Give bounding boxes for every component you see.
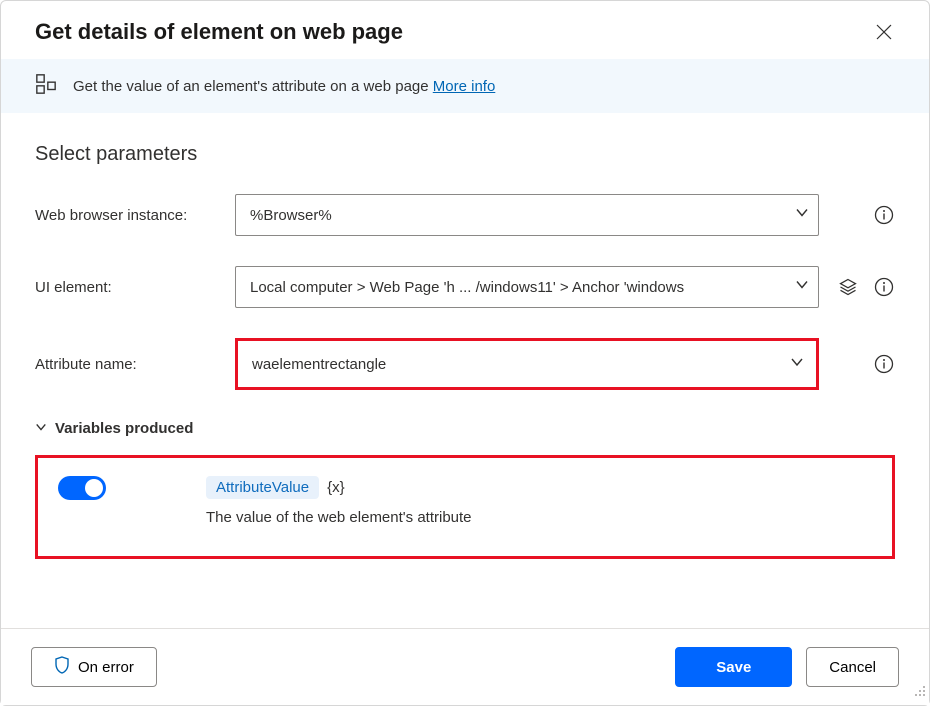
variable-name[interactable]: AttributeValue	[206, 476, 319, 499]
section-select-parameters: Select parameters	[35, 143, 895, 166]
variables-box: AttributeValue {x} The value of the web …	[35, 455, 895, 559]
resize-grip-icon[interactable]	[914, 684, 926, 702]
attribute-select[interactable]: waelementrectangle	[235, 338, 819, 390]
variable-description: The value of the web element's attribute	[206, 509, 872, 526]
on-error-button[interactable]: On error	[31, 647, 157, 687]
browser-select[interactable]: %Browser%	[235, 194, 819, 236]
variable-toggle[interactable]	[58, 476, 106, 500]
param-row-ui-element: UI element: Local computer > Web Page 'h…	[35, 266, 895, 308]
param-row-attribute: Attribute name: waelementrectangle	[35, 338, 895, 390]
close-icon[interactable]	[873, 21, 895, 43]
info-icon[interactable]	[873, 353, 895, 375]
info-text: Get the value of an element's attribute …	[73, 78, 495, 95]
dialog-header: Get details of element on web page	[1, 1, 929, 59]
variables-produced-toggle[interactable]: Variables produced	[35, 420, 895, 437]
ui-element-select[interactable]: Local computer > Web Page 'h ... /window…	[235, 266, 819, 308]
info-icon[interactable]	[873, 276, 895, 298]
info-icon[interactable]	[873, 204, 895, 226]
chevron-down-icon	[35, 420, 47, 437]
variable-brace: {x}	[327, 479, 345, 496]
dialog-body: Select parameters Web browser instance: …	[1, 113, 929, 569]
browser-label: Web browser instance:	[35, 207, 225, 224]
layout-icon	[35, 73, 57, 99]
dialog-title: Get details of element on web page	[35, 19, 403, 45]
layers-icon[interactable]	[837, 276, 859, 298]
info-bar: Get the value of an element's attribute …	[1, 59, 929, 113]
ui-element-label: UI element:	[35, 279, 225, 296]
more-info-link[interactable]: More info	[433, 78, 496, 95]
param-row-browser: Web browser instance: %Browser%	[35, 194, 895, 236]
chevron-down-icon	[790, 355, 804, 373]
attribute-label: Attribute name:	[35, 356, 225, 373]
save-button[interactable]: Save	[675, 647, 792, 687]
shield-icon	[54, 656, 70, 678]
cancel-button[interactable]: Cancel	[806, 647, 899, 687]
dialog-footer: On error Save Cancel	[1, 628, 929, 705]
